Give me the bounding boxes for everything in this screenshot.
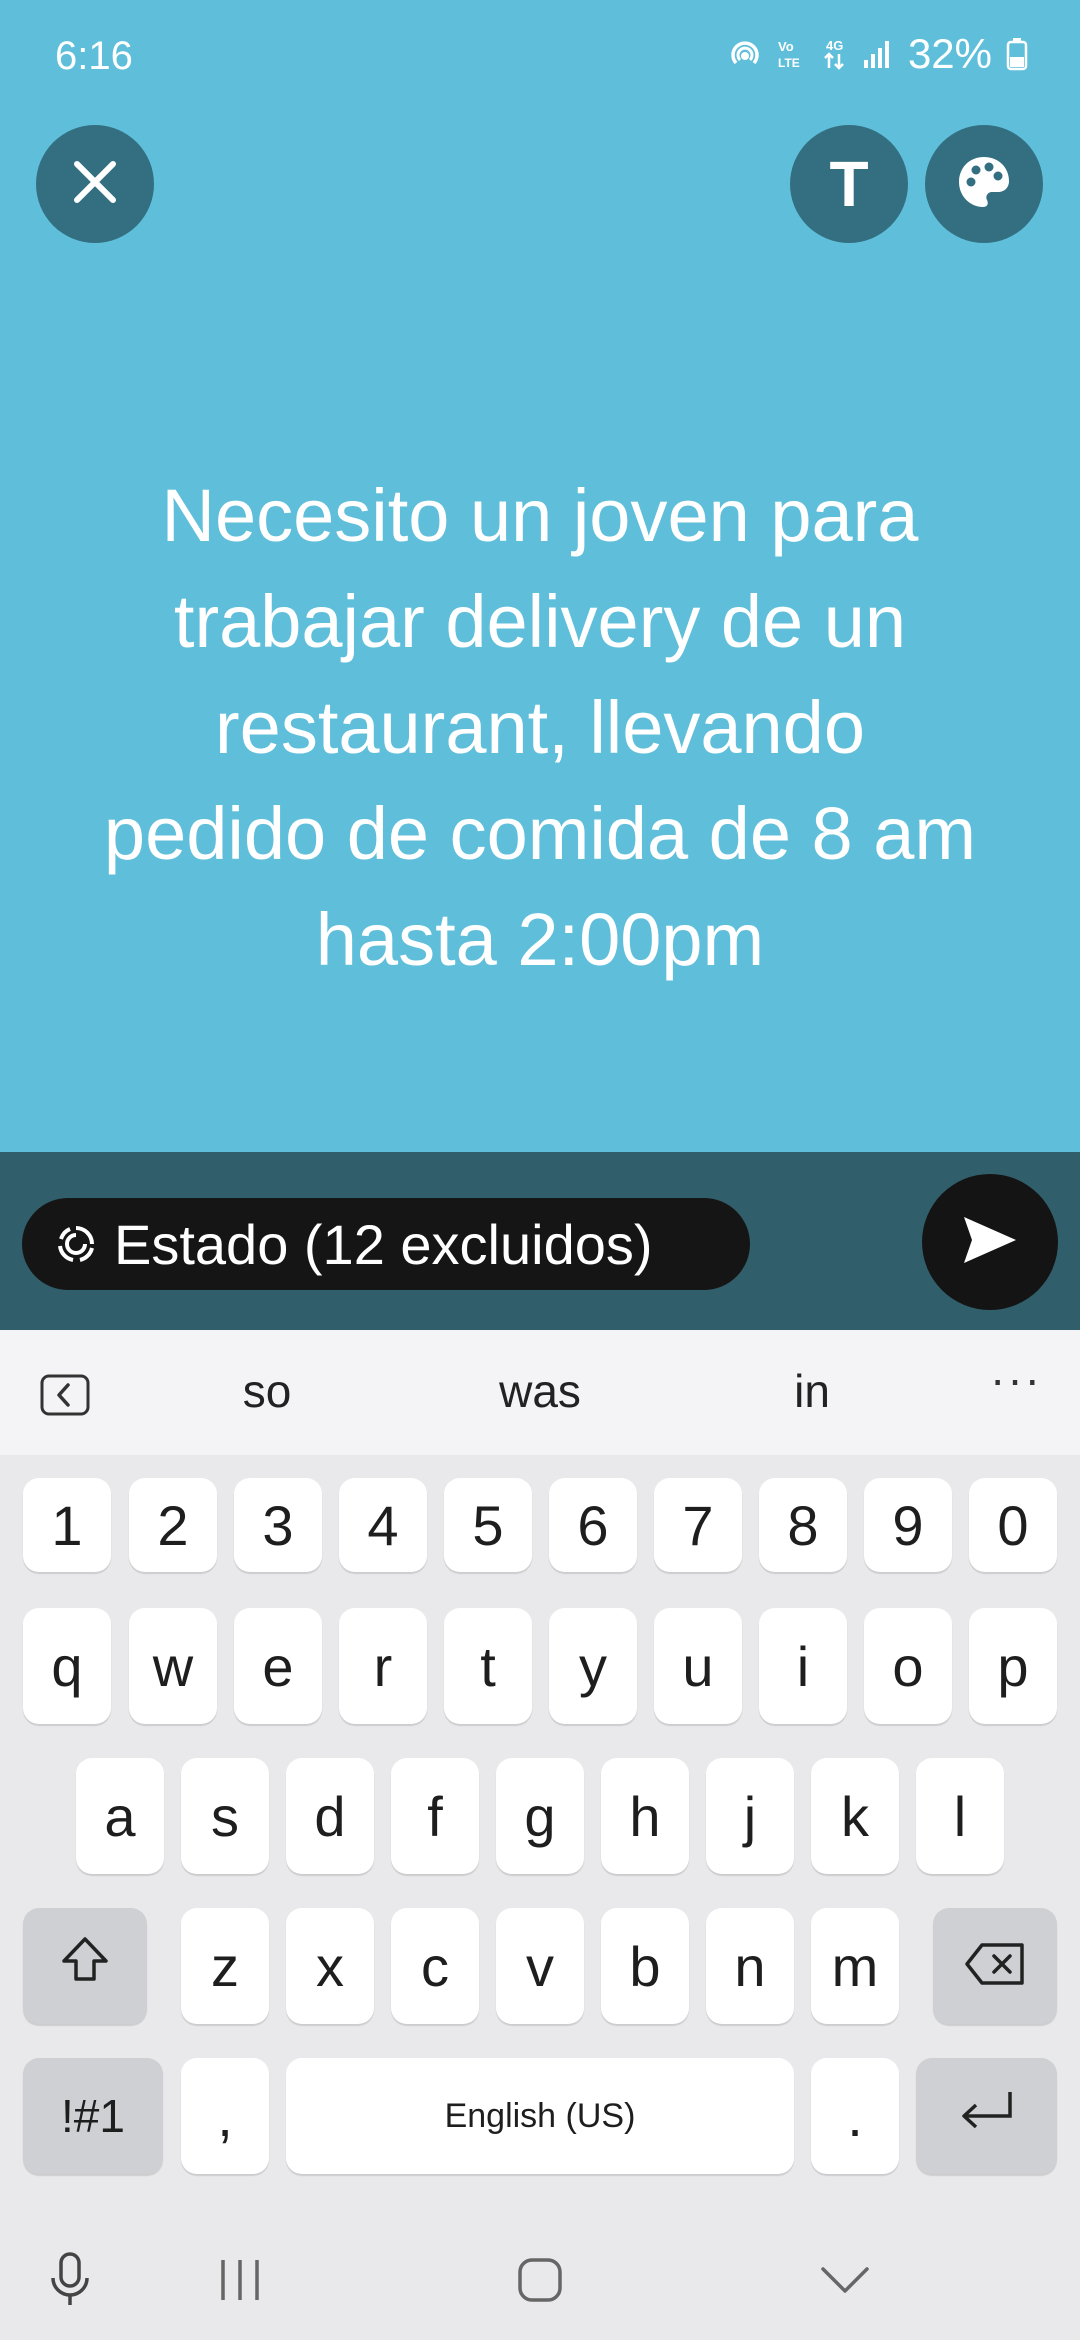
key-m[interactable]: m bbox=[811, 1908, 899, 2024]
4g-data-icon: 4G bbox=[820, 36, 848, 72]
palette-button[interactable] bbox=[925, 125, 1043, 243]
key-n[interactable]: n bbox=[706, 1908, 794, 2024]
status-compose-area[interactable]: 6:16 Vo LTE 4G 32% T Necesito un joven p… bbox=[0, 0, 1080, 1152]
suggestion-bar: so was in ··· bbox=[0, 1330, 1080, 1455]
key-9[interactable]: 9 bbox=[864, 1478, 952, 1572]
svg-text:Vo: Vo bbox=[778, 39, 794, 54]
status-icons: Vo LTE 4G 32% bbox=[728, 30, 1028, 78]
keyboard-toolbar-back-icon[interactable] bbox=[40, 1374, 90, 1421]
key-x[interactable]: x bbox=[286, 1908, 374, 2024]
symbols-key[interactable]: !#1 bbox=[23, 2058, 163, 2174]
key-d[interactable]: d bbox=[286, 1758, 374, 1874]
key-t[interactable]: t bbox=[444, 1608, 532, 1724]
suggestion-item[interactable]: in bbox=[712, 1364, 912, 1418]
comma-key[interactable]: , bbox=[181, 2058, 269, 2174]
key-4[interactable]: 4 bbox=[339, 1478, 427, 1572]
key-o[interactable]: o bbox=[864, 1608, 952, 1724]
suggestion-item[interactable]: so bbox=[167, 1364, 367, 1418]
key-z[interactable]: z bbox=[181, 1908, 269, 2024]
hide-keyboard-icon bbox=[819, 2265, 871, 2300]
key-l[interactable]: l bbox=[916, 1758, 1004, 1874]
text-style-label: T bbox=[829, 148, 869, 220]
key-0[interactable]: 0 bbox=[969, 1478, 1057, 1572]
key-5[interactable]: 5 bbox=[444, 1478, 532, 1572]
key-2[interactable]: 2 bbox=[129, 1478, 217, 1572]
key-u[interactable]: u bbox=[654, 1608, 742, 1724]
key-a[interactable]: a bbox=[76, 1758, 164, 1874]
key-q[interactable]: q bbox=[23, 1608, 111, 1724]
key-f[interactable]: f bbox=[391, 1758, 479, 1874]
text-style-button[interactable]: T bbox=[790, 125, 908, 243]
key-8[interactable]: 8 bbox=[759, 1478, 847, 1572]
status-text-line: Necesito un joven para bbox=[161, 474, 919, 557]
shift-icon bbox=[58, 1933, 112, 2000]
key-g[interactable]: g bbox=[496, 1758, 584, 1874]
svg-text:LTE: LTE bbox=[778, 56, 800, 70]
home-button[interactable] bbox=[490, 2225, 590, 2340]
key-3[interactable]: 3 bbox=[234, 1478, 322, 1572]
key-e[interactable]: e bbox=[234, 1608, 322, 1724]
home-icon bbox=[516, 2256, 564, 2309]
voice-input-button[interactable] bbox=[20, 2225, 120, 2340]
send-button[interactable] bbox=[922, 1174, 1058, 1310]
status-ring-icon bbox=[56, 1224, 96, 1264]
key-b[interactable]: b bbox=[601, 1908, 689, 2024]
mic-icon bbox=[48, 2251, 92, 2314]
navigation-bar bbox=[0, 2225, 1080, 2340]
more-options-icon[interactable]: ··· bbox=[990, 1352, 1042, 1406]
recents-button[interactable] bbox=[190, 2225, 290, 2340]
signal-icon bbox=[862, 38, 894, 70]
status-text-line: restaurant, llevando bbox=[215, 686, 865, 769]
close-icon bbox=[71, 158, 119, 211]
status-bar: 6:16 Vo LTE 4G 32% bbox=[0, 0, 1080, 112]
send-icon bbox=[962, 1215, 1018, 1270]
backspace-icon bbox=[964, 1934, 1026, 1999]
status-text-line: hasta 2:00pm bbox=[315, 898, 765, 981]
status-text-line: trabajar delivery de un bbox=[173, 580, 907, 663]
enter-key[interactable] bbox=[916, 2058, 1057, 2174]
status-text-line: pedido de comida de 8 am bbox=[103, 792, 977, 875]
key-v[interactable]: v bbox=[496, 1908, 584, 2024]
key-1[interactable]: 1 bbox=[23, 1478, 111, 1572]
space-key[interactable]: English (US) bbox=[286, 2058, 794, 2174]
key-j[interactable]: j bbox=[706, 1758, 794, 1874]
key-w[interactable]: w bbox=[129, 1608, 217, 1724]
key-6[interactable]: 6 bbox=[549, 1478, 637, 1572]
volte-icon: Vo LTE bbox=[776, 37, 806, 71]
key-s[interactable]: s bbox=[181, 1758, 269, 1874]
battery-percent: 32% bbox=[907, 30, 992, 77]
keyboard: so was in ··· 1 2 3 4 5 6 7 8 9 0 q w e … bbox=[0, 1330, 1080, 2340]
audience-label: Estado (12 excluidos) bbox=[114, 1212, 653, 1276]
enter-icon bbox=[956, 2084, 1018, 2149]
key-p[interactable]: p bbox=[969, 1608, 1057, 1724]
svg-text:4G: 4G bbox=[826, 38, 843, 53]
close-button[interactable] bbox=[36, 125, 154, 243]
send-bar: Estado (12 excluidos) bbox=[0, 1152, 1080, 1330]
key-c[interactable]: c bbox=[391, 1908, 479, 2024]
shift-key[interactable] bbox=[23, 1908, 147, 2024]
status-time: 6:16 bbox=[55, 34, 133, 78]
battery-icon bbox=[1006, 37, 1028, 71]
key-r[interactable]: r bbox=[339, 1608, 427, 1724]
period-key[interactable]: . bbox=[811, 2058, 899, 2174]
backspace-key[interactable] bbox=[933, 1908, 1057, 2024]
audience-selector[interactable]: Estado (12 excluidos) bbox=[22, 1198, 750, 1290]
suggestion-item[interactable]: was bbox=[440, 1364, 640, 1418]
key-i[interactable]: i bbox=[759, 1608, 847, 1724]
key-7[interactable]: 7 bbox=[654, 1478, 742, 1572]
key-k[interactable]: k bbox=[811, 1758, 899, 1874]
status-text-input[interactable]: Necesito un joven para trabajar delivery… bbox=[60, 463, 1020, 993]
hide-keyboard-button[interactable] bbox=[795, 2225, 895, 2340]
palette-icon bbox=[954, 152, 1014, 217]
key-h[interactable]: h bbox=[601, 1758, 689, 1874]
hotspot-icon bbox=[728, 37, 762, 71]
recents-icon bbox=[217, 2258, 263, 2307]
key-y[interactable]: y bbox=[549, 1608, 637, 1724]
